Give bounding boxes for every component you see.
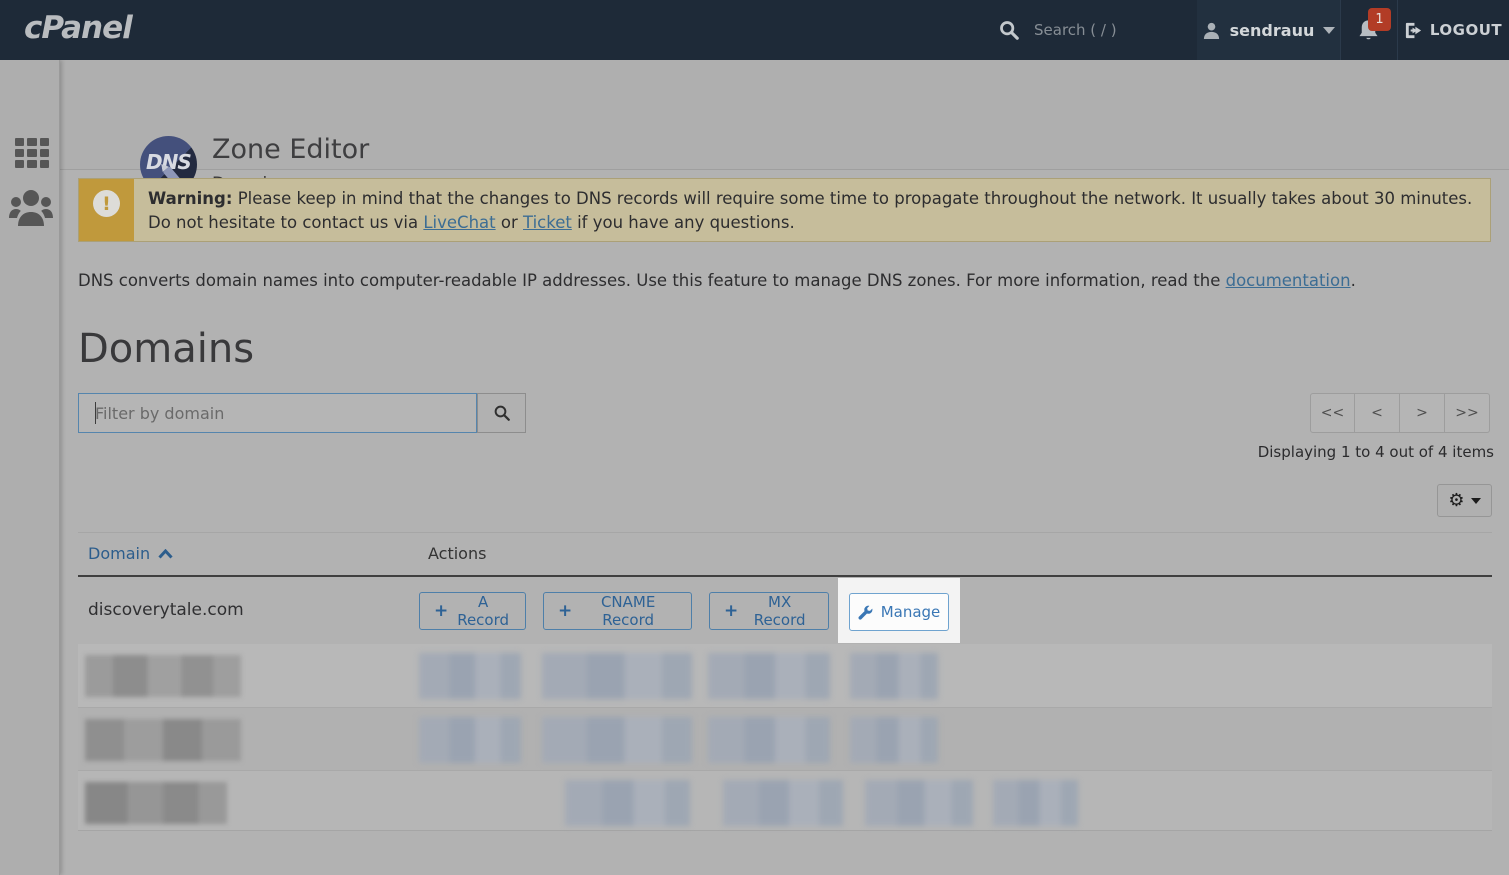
redacted-button <box>850 717 938 763</box>
redacted-button <box>708 653 830 699</box>
chevron-down-icon <box>1323 27 1335 34</box>
manage-button[interactable]: Manage <box>849 593 949 631</box>
warning-line1: Please keep in mind that the changes to … <box>232 189 1472 208</box>
plus-icon: + <box>434 601 448 621</box>
user-menu[interactable]: sendrauu <box>1197 0 1340 60</box>
gear-icon: ⚙ <box>1448 492 1464 510</box>
plus-icon: + <box>558 601 572 621</box>
wrench-icon <box>858 605 873 620</box>
documentation-link[interactable]: documentation <box>1226 271 1351 290</box>
mx-record-label: MX Record <box>745 593 814 629</box>
warning-line2-mid: or <box>496 213 523 232</box>
redacted-button <box>565 780 690 826</box>
cpanel-logo[interactable]: cPanel <box>24 10 132 46</box>
pagination-prev-button[interactable]: < <box>1355 393 1400 433</box>
table-row-redacted <box>78 707 1492 770</box>
intro-suffix: . <box>1351 271 1356 290</box>
warning-alert: ! Warning: Please keep in mind that the … <box>78 178 1491 242</box>
table-header: Domain Actions <box>78 532 1492 577</box>
search-icon <box>493 404 511 422</box>
page-header: DNS Zone Editor Domains <box>60 60 1509 170</box>
ticket-link[interactable]: Ticket <box>523 213 572 232</box>
warning-line2-post: if you have any questions. <box>572 213 795 232</box>
domain-column-label: Domain <box>88 544 150 563</box>
warning-text: Warning: Please keep in mind that the ch… <box>134 179 1486 241</box>
manage-highlight-box: Manage <box>838 578 960 643</box>
redacted-button <box>419 717 521 763</box>
redacted-domain <box>85 719 241 761</box>
pagination-status: Displaying 1 to 4 out of 4 items <box>1258 443 1494 461</box>
top-navbar: cPanel Search ( / ) sendrauu 1 <box>0 0 1509 60</box>
warning-label: Warning: <box>148 189 232 208</box>
table-row-redacted <box>78 770 1492 831</box>
warning-icon: ! <box>93 190 120 217</box>
redacted-button <box>542 653 692 699</box>
add-cname-record-button[interactable]: + CNAME Record <box>543 592 692 630</box>
redacted-button <box>708 717 830 763</box>
text-caret <box>95 402 96 424</box>
left-sidebar <box>0 60 60 875</box>
notification-count-badge: 1 <box>1368 8 1391 31</box>
column-header-domain[interactable]: Domain <box>88 544 173 563</box>
chevron-down-icon <box>1471 498 1481 504</box>
redacted-button <box>865 780 973 826</box>
filter-domain-input[interactable] <box>78 393 477 433</box>
sort-ascending-icon <box>158 549 173 559</box>
redacted-button <box>419 653 521 699</box>
pagination-first-button[interactable]: << <box>1310 393 1355 433</box>
username-label: sendrauu <box>1230 21 1315 40</box>
page-title: Zone Editor <box>212 134 369 165</box>
search-icon <box>998 19 1020 41</box>
domain-name: discoverytale.com <box>88 600 244 620</box>
filter-search-button[interactable] <box>477 393 526 433</box>
redacted-button <box>993 780 1078 826</box>
pagination: << < > >> <box>1310 393 1490 433</box>
table-row-redacted <box>78 644 1492 707</box>
pagination-last-button[interactable]: >> <box>1445 393 1490 433</box>
logout-icon <box>1404 21 1423 40</box>
global-search[interactable]: Search ( / ) <box>998 0 1117 60</box>
intro-body: DNS converts domain names into computer-… <box>78 271 1226 290</box>
cpanel-zone-editor-page: cPanel Search ( / ) sendrauu 1 <box>0 0 1509 875</box>
redacted-button <box>850 653 938 699</box>
warning-strip: ! <box>79 179 134 241</box>
column-header-actions: Actions <box>428 544 486 563</box>
table-settings-dropdown[interactable]: ⚙ <box>1437 484 1492 517</box>
manage-label: Manage <box>881 603 941 621</box>
apps-grid-icon[interactable] <box>15 138 49 168</box>
intro-text: DNS converts domain names into computer-… <box>78 271 1491 290</box>
cname-record-label: CNAME Record <box>579 593 677 629</box>
search-placeholder: Search ( / ) <box>1034 21 1117 39</box>
domains-heading: Domains <box>78 326 254 372</box>
add-a-record-button[interactable]: + A Record <box>419 592 526 630</box>
users-icon[interactable] <box>8 188 54 228</box>
warning-line2: Do not hesitate to contact us via <box>148 213 423 232</box>
livechat-link[interactable]: LiveChat <box>423 213 495 232</box>
pagination-next-button[interactable]: > <box>1400 393 1445 433</box>
redacted-button <box>542 717 692 763</box>
user-icon <box>1202 21 1221 40</box>
plus-icon: + <box>724 601 738 621</box>
redacted-domain <box>85 782 227 824</box>
redacted-domain <box>85 655 241 697</box>
a-record-label: A Record <box>455 593 511 629</box>
logout-button[interactable]: LOGOUT <box>1397 0 1509 60</box>
logout-label: LOGOUT <box>1430 21 1502 39</box>
table-row: discoverytale.com + A Record + CNAME Rec… <box>78 577 1492 644</box>
redacted-button <box>723 780 843 826</box>
add-mx-record-button[interactable]: + MX Record <box>709 592 829 630</box>
